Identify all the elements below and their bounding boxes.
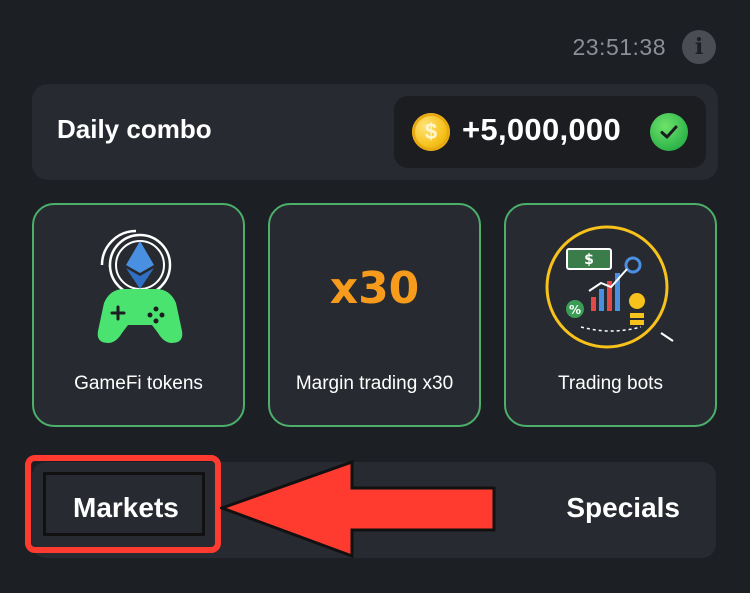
reward-amount: +5,000,000 [462,112,622,147]
check-circle-icon [650,113,688,151]
daily-combo-reward: $ +5,000,000 [394,96,706,168]
daily-combo-card[interactable]: Daily combo $ +5,000,000 [32,84,718,180]
tab-specials[interactable]: Specials [566,492,680,524]
status-bar: 23:51:38 i [572,30,716,64]
coin-icon: $ [412,113,450,151]
trading-bots-icon: $ % [541,223,681,356]
daily-combo-title: Daily combo [57,114,212,144]
card-label: Trading bots [558,373,663,394]
red-arrow-icon [220,460,496,559]
annotation-highlight-box [25,455,221,553]
card-gamefi-tokens[interactable]: GameFi tokens [32,203,245,427]
info-icon[interactable]: i [682,30,716,64]
svg-text:$: $ [584,252,594,268]
card-label: Margin trading x30 [295,373,454,394]
clock: 23:51:38 [572,33,666,60]
card-margin-trading[interactable]: x30 Margin trading x30 [268,203,481,427]
app-screen: 23:51:38 i Daily combo $ +5,000,000 Game… [0,0,750,593]
svg-text:%: % [568,303,580,317]
gamepad-ethereum-icon [84,223,194,358]
card-trading-bots[interactable]: $ % Trading bots [504,203,717,427]
x30-icon: x30 [329,263,420,314]
card-label: GameFi tokens [74,373,203,394]
